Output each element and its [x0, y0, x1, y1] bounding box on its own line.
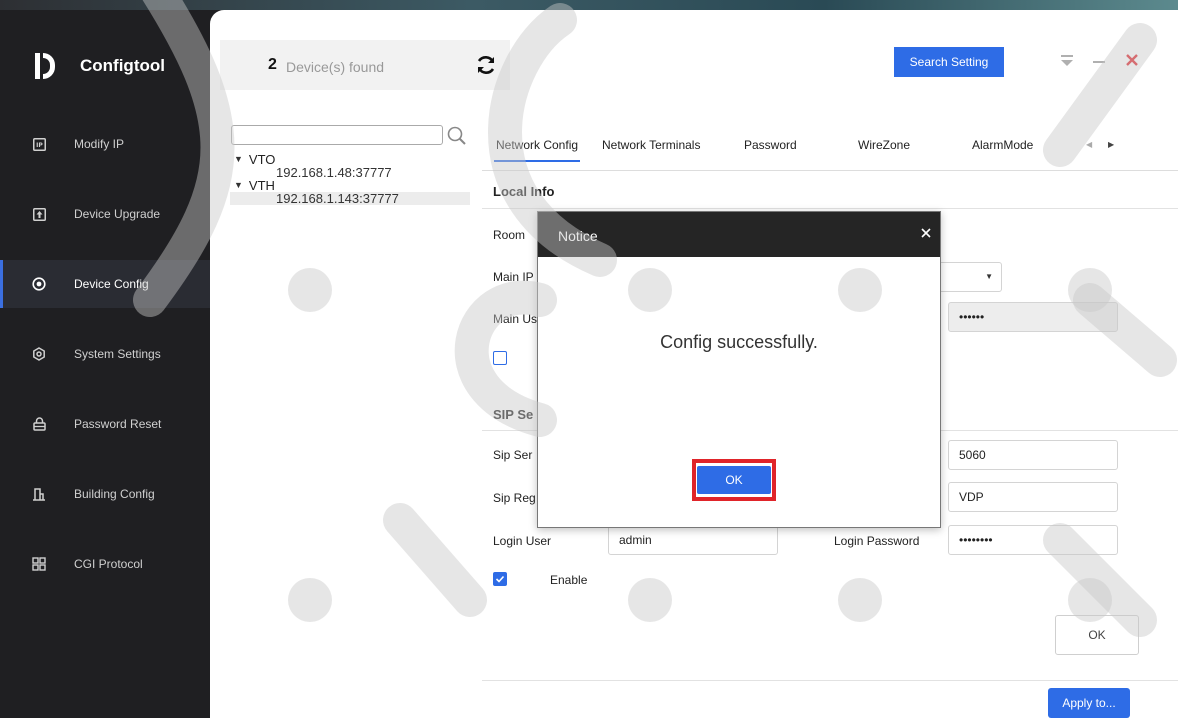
local-info-title: Local Info: [493, 184, 555, 199]
sidebar-item-device-config[interactable]: Device Config: [0, 260, 210, 308]
search-setting-button[interactable]: Search Setting: [894, 47, 1004, 77]
tab-scroll-left-icon[interactable]: ◀: [1086, 140, 1092, 149]
tree-node-device-selected[interactable]: 192.168.1.143:37777: [230, 192, 470, 205]
close-icon[interactable]: [1124, 52, 1140, 68]
login-password-label: Login Password: [834, 534, 920, 548]
sidebar-item-label: CGI Protocol: [74, 557, 143, 571]
tab-wirezone[interactable]: WireZone: [858, 138, 910, 152]
app-logo-icon: [32, 51, 62, 81]
main-ip-dropdown[interactable]: ▼: [936, 262, 1002, 292]
minimize-icon[interactable]: [1093, 61, 1105, 63]
sidebar-item-label: Password Reset: [74, 417, 162, 431]
refresh-icon[interactable]: [474, 53, 498, 77]
device-tree: ▼ VTO 192.168.1.48:37777 ▼ VTH 192.168.1…: [230, 153, 480, 205]
sidebar-item-building-config[interactable]: Building Config: [0, 470, 210, 518]
sidebar-item-label: Modify IP: [74, 137, 125, 151]
config-icon: [32, 277, 46, 291]
svg-text:IP: IP: [36, 142, 43, 149]
login-user-label: Login User: [493, 534, 552, 548]
divider: [482, 208, 1178, 209]
sidebar-nav: IP Modify IP Device Upgrade Device Confi…: [0, 120, 210, 610]
dialog-title: Notice: [558, 228, 598, 244]
tab-alarmmode[interactable]: AlarmMode: [972, 138, 1033, 152]
device-found-bar: 2 Device(s) found: [220, 40, 510, 90]
login-user-value: admin: [619, 533, 652, 547]
check-icon: [495, 575, 505, 583]
caret-down-icon[interactable]: ▼: [234, 179, 243, 192]
title-strip: [0, 0, 1178, 10]
cgi-icon: [32, 557, 46, 571]
sip-server-label: Sip Ser: [493, 448, 533, 462]
tab-scroll-right-icon[interactable]: ▶: [1108, 140, 1114, 149]
search-icon[interactable]: [446, 125, 468, 147]
main-password-field[interactable]: ••••••: [948, 302, 1118, 332]
sidebar-item-cgi-protocol[interactable]: CGI Protocol: [0, 540, 210, 588]
room-label: Room: [493, 228, 526, 242]
tab-network-config[interactable]: Network Config: [493, 138, 581, 162]
device-found-label: Device(s) found: [286, 59, 385, 75]
checkbox[interactable]: [493, 351, 507, 365]
settings-icon: [32, 347, 46, 361]
sip-reg-value: VDP: [959, 490, 984, 504]
main-ip-label: Main IP: [493, 270, 534, 284]
tab-network-terminals[interactable]: Network Terminals: [602, 138, 700, 152]
enable-label: Enable: [550, 573, 588, 587]
sidebar-item-label: System Settings: [74, 347, 161, 361]
dialog-message: Config successfully.: [660, 332, 818, 352]
device-search-input[interactable]: [231, 125, 443, 145]
tree-group-label: VTO: [248, 152, 276, 167]
caret-down-icon[interactable]: ▼: [234, 153, 243, 166]
divider: [482, 680, 1178, 681]
sidebar-item-password-reset[interactable]: Password Reset: [0, 400, 210, 448]
sidebar-item-device-upgrade[interactable]: Device Upgrade: [0, 190, 210, 238]
lock-icon: [32, 417, 46, 431]
dialog-ok-button[interactable]: OK: [697, 466, 771, 494]
sip-server-port-value: 5060: [959, 448, 986, 462]
tree-group-label: VTH: [248, 178, 275, 193]
sidebar-item-label: Device Config: [74, 277, 149, 291]
upgrade-icon: [32, 207, 46, 221]
ip-icon: IP: [32, 137, 46, 151]
chevron-down-icon: ▼: [985, 272, 993, 281]
brand: Configtool: [32, 46, 165, 86]
login-user-field[interactable]: admin: [608, 525, 778, 555]
sip-server-port-field[interactable]: 5060: [948, 440, 1118, 470]
sidebar-item-label: Device Upgrade: [74, 207, 161, 221]
dialog-header: Notice: [538, 212, 940, 257]
sidebar: Configtool IP Modify IP Device Upgrade D…: [0, 10, 210, 718]
filter-icon[interactable]: [1060, 54, 1074, 68]
ok-button[interactable]: OK: [1055, 615, 1139, 655]
app-name: Configtool: [80, 56, 165, 75]
main-password-value: ••••••: [959, 310, 985, 324]
sip-reg-field[interactable]: VDP: [948, 482, 1118, 512]
building-icon: [32, 487, 46, 501]
sip-reg-label: Sip Reg: [493, 491, 536, 505]
main-user-label: Main Us: [493, 312, 538, 326]
sidebar-item-system-settings[interactable]: System Settings: [0, 330, 210, 378]
close-icon[interactable]: [920, 227, 932, 239]
notice-dialog: Notice Config successfully. OK: [537, 211, 941, 528]
config-tabs: Network Config Network Terminals Passwor…: [482, 120, 1178, 171]
highlight-box: OK: [692, 459, 776, 501]
login-password-field[interactable]: ••••••••: [948, 525, 1118, 555]
enable-checkbox[interactable]: [493, 572, 507, 586]
sidebar-item-modify-ip[interactable]: IP Modify IP: [0, 120, 210, 168]
apply-to-button[interactable]: Apply to...: [1048, 688, 1130, 718]
sidebar-item-label: Building Config: [74, 487, 155, 501]
login-password-value: ••••••••: [959, 533, 993, 547]
tab-password[interactable]: Password: [744, 138, 797, 152]
device-count: 2: [268, 56, 277, 73]
sip-section-title: SIP Se: [493, 407, 534, 422]
